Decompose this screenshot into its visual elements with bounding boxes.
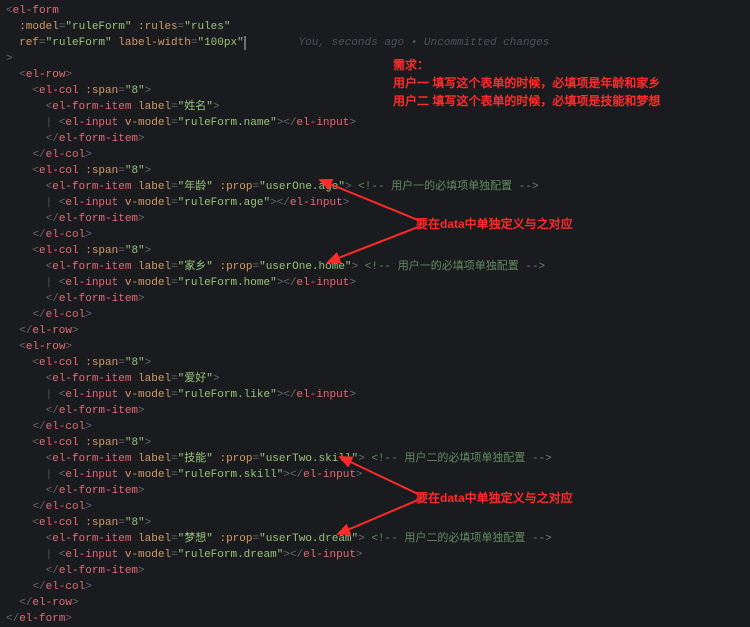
arrow-icon bbox=[0, 0, 750, 627]
